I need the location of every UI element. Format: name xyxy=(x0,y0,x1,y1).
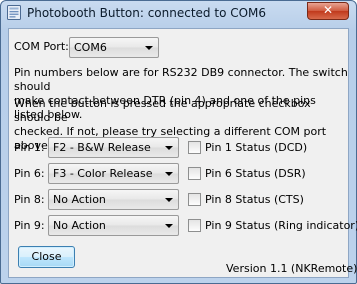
version-label: Version 1.1 (NKRemote) xyxy=(226,262,357,275)
pin-8-status-label: Pin 8 Status (CTS) xyxy=(205,193,304,206)
pin-1-action-select[interactable]: F2 - B&W Release xyxy=(48,137,179,158)
com-port-select[interactable]: COM6 xyxy=(69,37,159,58)
close-button[interactable]: Close xyxy=(18,246,75,268)
pin-8-action-select[interactable]: No Action xyxy=(48,189,179,210)
close-icon[interactable]: ✕ xyxy=(307,2,349,20)
com-port-label: COM Port: xyxy=(14,40,69,53)
pin-1-status-label: Pin 1 Status (DCD) xyxy=(205,141,308,154)
chevron-down-icon xyxy=(165,198,173,202)
pin-6-action-select[interactable]: F3 - Color Release xyxy=(48,163,179,184)
pin-9-status-label: Pin 9 Status (Ring indicator) xyxy=(205,219,357,232)
pin-8-action-value: No Action xyxy=(53,193,106,206)
chevron-down-icon xyxy=(165,146,173,150)
chevron-down-icon xyxy=(165,224,173,228)
info-line: Pin numbers below are for RS232 DB9 conn… xyxy=(14,66,348,93)
pin-9-action-value: No Action xyxy=(53,219,106,232)
dialog-window: Photobooth Button: connected to COM6 ✕ C… xyxy=(0,0,357,284)
window-title: Photobooth Button: connected to COM6 xyxy=(27,6,267,20)
info-line: When the button is pressed the appropria… xyxy=(14,97,311,124)
com-port-value: COM6 xyxy=(74,41,107,54)
title-bar[interactable]: Photobooth Button: connected to COM6 ✕ xyxy=(1,1,356,27)
pin-1-label: Pin 1: xyxy=(14,141,45,154)
app-icon xyxy=(7,5,21,20)
dialog-body: COM Port: COM6 Pin numbers below are for… xyxy=(8,28,357,278)
pin-6-status-label: Pin 6 Status (DSR) xyxy=(205,167,306,180)
pin-6-label: Pin 6: xyxy=(14,167,45,180)
pin-1-action-value: F2 - B&W Release xyxy=(53,141,151,154)
pin-9-action-select[interactable]: No Action xyxy=(48,215,179,236)
pin-1-status-checkbox[interactable] xyxy=(188,141,201,154)
pin-9-status-checkbox[interactable] xyxy=(188,219,201,232)
pin-6-status-checkbox[interactable] xyxy=(188,167,201,180)
pin-8-status-checkbox[interactable] xyxy=(188,193,201,206)
chevron-down-icon xyxy=(145,46,153,50)
pin-6-action-value: F3 - Color Release xyxy=(53,167,153,180)
chevron-down-icon xyxy=(165,172,173,176)
pin-8-label: Pin 8: xyxy=(14,193,45,206)
pin-9-label: Pin 9: xyxy=(14,219,45,232)
